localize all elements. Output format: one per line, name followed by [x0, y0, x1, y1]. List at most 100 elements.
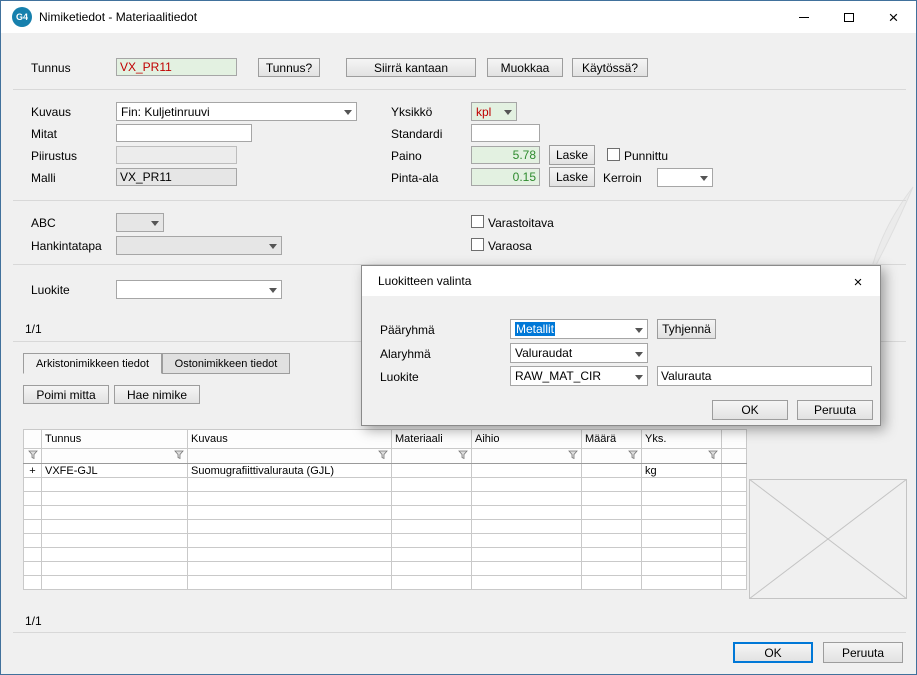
dialog-peruuta-button[interactable]: Peruuta [797, 400, 873, 420]
abc-combobox[interactable] [116, 213, 164, 232]
ok-button[interactable]: OK [733, 642, 813, 663]
empty-row [24, 548, 747, 562]
cell-filler [722, 464, 747, 478]
kuvaus-combobox[interactable]: Fin: Kuljetinruuvi [116, 102, 357, 121]
filter-funnel-icon[interactable] [378, 450, 388, 460]
col-kuvaus[interactable]: Kuvaus [188, 430, 392, 449]
luokite-name-input[interactable] [657, 366, 872, 386]
tunnus-label: Tunnus [31, 61, 71, 75]
col-yks[interactable]: Yks. [642, 430, 722, 449]
varaosa-checkbox[interactable] [471, 238, 484, 251]
hankintatapa-label: Hankintatapa [31, 239, 102, 253]
dialog-luokite-combobox[interactable]: RAW_MAT_CIR [510, 366, 648, 386]
tyhjenna-button[interactable]: Tyhjennä [657, 319, 716, 339]
mitat-input[interactable] [116, 124, 252, 142]
yksikko-combobox[interactable]: kpl [471, 102, 517, 121]
kerroin-combobox[interactable] [657, 168, 713, 187]
chevron-down-icon [700, 176, 708, 181]
divider [13, 632, 906, 633]
tab-ostonimikkeen-tiedot[interactable]: Ostonimikkeen tiedot [162, 353, 290, 374]
close-button[interactable]: × [871, 1, 916, 33]
laske-paino-button[interactable]: Laske [549, 145, 595, 165]
peruuta-button[interactable]: Peruuta [823, 642, 903, 663]
filter-cell [722, 449, 747, 464]
dialog-close-button[interactable]: × [848, 272, 868, 292]
pinta-ala-label: Pinta-ala [391, 171, 438, 185]
app-logo-icon: G4 [12, 7, 32, 27]
varastoitava-label: Varastoitava [488, 216, 554, 230]
filter-funnel-icon[interactable] [458, 450, 468, 460]
chevron-down-icon [269, 244, 277, 249]
cell-materiaali [392, 464, 472, 478]
paaryhma-label: Pääryhmä [380, 323, 435, 337]
chevron-down-icon [151, 221, 159, 226]
empty-row [24, 562, 747, 576]
punnittu-label: Punnittu [624, 149, 668, 163]
form-pager: 1/1 [25, 322, 42, 336]
col-materiaali[interactable]: Materiaali [392, 430, 472, 449]
punnittu-checkbox[interactable] [607, 148, 620, 161]
divider [13, 89, 906, 90]
tunnus-query-button[interactable]: Tunnus? [258, 58, 320, 77]
siirra-kantaan-button[interactable]: Siirrä kantaan [346, 58, 476, 77]
col-tunnus[interactable]: Tunnus [42, 430, 188, 449]
filter-funnel-icon[interactable] [174, 450, 184, 460]
filter-cell [24, 449, 42, 464]
paino-input[interactable] [471, 146, 540, 164]
hae-nimike-button[interactable]: Hae nimike [114, 385, 200, 404]
paaryhma-combobox[interactable]: Metallit [510, 319, 648, 339]
empty-row [24, 492, 747, 506]
filter-cell [42, 449, 188, 464]
chevron-down-icon [344, 110, 352, 115]
dialog-title: Luokitteen valinta [378, 274, 471, 288]
luokite-selection-dialog: Luokitteen valinta × Pääryhmä Metallit T… [361, 265, 881, 426]
row-expand-toggle[interactable]: + [24, 464, 42, 478]
kuvaus-value: Fin: Kuljetinruuvi [121, 105, 339, 119]
standardi-input[interactable] [471, 124, 540, 142]
cell-yks: kg [642, 464, 722, 478]
dialog-luokite-value: RAW_MAT_CIR [515, 369, 630, 383]
empty-row [24, 534, 747, 548]
filter-funnel-icon[interactable] [568, 450, 578, 460]
malli-label: Malli [31, 171, 56, 185]
piirustus-input [116, 146, 237, 164]
col-expand [24, 430, 42, 449]
alaryhma-combobox[interactable]: Valuraudat [510, 343, 648, 363]
chevron-down-icon [504, 110, 512, 115]
pinta-ala-input[interactable] [471, 168, 540, 186]
poimi-mitta-button[interactable]: Poimi mitta [23, 385, 109, 404]
tunnus-input[interactable] [116, 58, 237, 76]
luokite-combobox[interactable] [116, 280, 282, 299]
filter-funnel-icon[interactable] [28, 450, 38, 460]
dialog-luokite-label: Luokite [380, 370, 419, 384]
col-aihio[interactable]: Aihio [472, 430, 582, 449]
maximize-icon [844, 13, 854, 22]
chevron-down-icon [635, 328, 643, 333]
window-title: Nimiketiedot - Materiaalitiedot [39, 10, 197, 24]
filter-cell [642, 449, 722, 464]
laske-pinta-ala-button[interactable]: Laske [549, 167, 595, 187]
hankintatapa-combobox[interactable] [116, 236, 282, 255]
table-row[interactable]: + VXFE-GJL Suomugrafiittivalurauta (GJL)… [24, 464, 747, 478]
cell-tunnus: VXFE-GJL [42, 464, 188, 478]
abc-label: ABC [31, 216, 56, 230]
kaytossa-button[interactable]: Käytössä? [572, 58, 648, 77]
filter-funnel-icon[interactable] [628, 450, 638, 460]
empty-row [24, 576, 747, 590]
divider [13, 200, 906, 201]
dialog-ok-button[interactable]: OK [712, 400, 788, 420]
close-icon: × [854, 274, 863, 291]
varaosa-label: Varaosa [488, 239, 532, 253]
muokkaa-button[interactable]: Muokkaa [487, 58, 563, 77]
empty-row [24, 478, 747, 492]
dialog-title-bar: Luokitteen valinta × [362, 266, 880, 296]
varastoitava-checkbox[interactable] [471, 215, 484, 228]
col-maara[interactable]: Määrä [582, 430, 642, 449]
tab-arkistonimikkeen-tiedot[interactable]: Arkistonimikkeen tiedot [23, 353, 162, 374]
filter-cell [392, 449, 472, 464]
minimize-button[interactable] [781, 1, 826, 33]
maximize-button[interactable] [826, 1, 871, 33]
title-bar: G4 Nimiketiedot - Materiaalitiedot × [1, 1, 916, 33]
close-icon: × [889, 9, 899, 26]
filter-funnel-icon[interactable] [708, 450, 718, 460]
